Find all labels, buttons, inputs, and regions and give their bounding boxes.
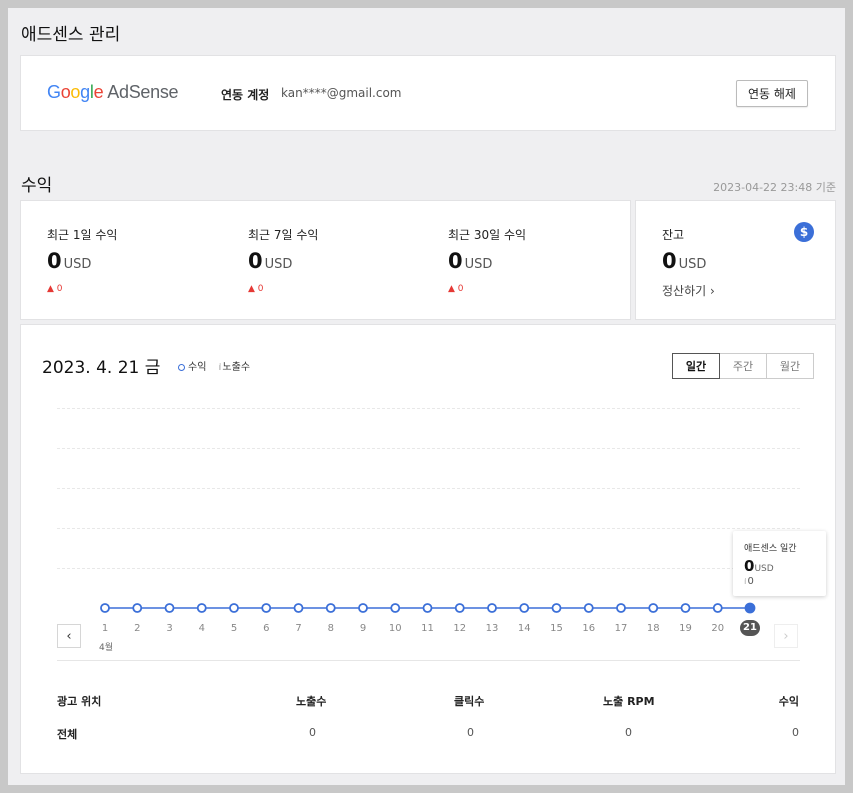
data-point[interactable] [164,603,175,613]
linked-account-email: kan****@gmail.com [281,86,402,100]
data-point[interactable] [325,603,336,613]
x-tick-label[interactable]: 8 [319,623,343,634]
data-point[interactable] [519,603,530,613]
x-tick-label[interactable]: 16 [577,623,601,634]
stat-value: 0 [248,249,263,273]
x-tick-label[interactable]: 10 [383,623,407,634]
balance-value: 0 [662,249,677,273]
stat-label: 최근 1일 수익 [47,228,118,242]
page-title: 애드센스 관리 [21,25,121,45]
data-point[interactable] [583,603,594,613]
account-card: Google AdSense 연동 계정 kan****@gmail.com 연동… [20,55,836,131]
stat-unit: USD [63,257,92,272]
data-point[interactable] [229,603,239,613]
tooltip-impressions: 0 [747,576,754,587]
x-tick-label[interactable]: 11 [416,623,440,634]
revenue-title: 수익 [21,176,53,196]
x-tick-label[interactable]: 18 [641,623,665,634]
basis-time: 2023-04-22 23:48 기준 [713,181,836,194]
x-tick-label[interactable]: 17 [609,623,633,634]
data-point[interactable] [712,603,723,613]
data-point[interactable] [196,603,207,613]
x-tick-label[interactable]: 1 [93,623,117,634]
data-point[interactable] [422,603,433,613]
x-tick-label[interactable]: 20 [706,623,730,634]
data-point[interactable] [100,603,110,613]
linked-account-label: 연동 계정 [221,88,270,102]
data-point[interactable] [454,603,465,613]
chart-next-button[interactable]: › [774,624,798,648]
tooltip-title: 애드센스 일간 [744,544,797,554]
table-cell-rpm: 0 [625,726,632,739]
balance-card: 잔고 0 USD 정산하기 › $ [635,200,836,320]
x-tick-label[interactable]: 19 [674,623,698,634]
table-separator [57,660,800,661]
x-tick-label[interactable]: 14 [512,623,536,634]
data-point[interactable] [358,603,368,613]
x-tick-label[interactable]: 6 [254,623,278,634]
table-cell-impressions: 0 [309,726,316,739]
col-header-clicks: 클릭수 [454,695,485,708]
tab-daily[interactable]: 일간 [672,353,720,379]
stat-change: ▲ 0 [248,284,264,294]
x-tick-label[interactable]: 2 [125,623,149,634]
x-tick-label[interactable]: 15 [545,623,569,634]
unlink-button[interactable]: 연동 해제 [736,80,808,107]
x-tick-label[interactable]: 5 [222,623,246,634]
table-cell-clicks: 0 [467,726,474,739]
data-point[interactable] [551,603,562,613]
data-point[interactable] [616,603,626,613]
data-point[interactable] [261,603,272,613]
table-cell-placement: 전체 [57,728,78,741]
x-tick-label[interactable]: 13 [480,623,504,634]
table-cell-revenue: 0 [792,726,799,739]
stat-change: ▲ 0 [47,284,63,294]
data-point[interactable] [648,603,659,613]
balance-unit: USD [678,257,707,272]
data-point[interactable] [293,603,304,613]
stat-unit: USD [264,257,293,272]
x-tick-label[interactable]: 21 [740,620,760,636]
data-point[interactable] [744,602,756,614]
chart-card: 2023. 4. 21 금 수익 ıl 노출수 일간 주간 월간 123456789… [20,324,836,774]
data-point[interactable] [132,603,143,613]
stat-label: 최근 30일 수익 [448,228,527,242]
revenue-stats-card: 최근 1일 수익 0 USD ▲ 0 최근 7일 수익 0 USD ▲ 0 최근 3… [20,200,631,320]
page-frame: 애드센스 관리 Google AdSense 연동 계정 kan****@gmai… [8,8,845,785]
col-header-rpm: 노출 RPM [603,695,655,708]
balance-label: 잔고 [662,228,685,242]
data-point[interactable] [390,603,401,613]
stat-value: 0 [448,249,463,273]
google-adsense-logo: Google AdSense [47,82,179,102]
month-label: 4월 [99,643,114,653]
x-tick-label[interactable]: 12 [448,623,472,634]
tooltip-value: 0 [744,557,755,575]
tooltip-unit: USD [754,564,774,574]
col-header-revenue: 수익 [778,695,799,708]
settle-link[interactable]: 정산하기 › [662,282,715,299]
col-header-placement: 광고 위치 [57,695,102,708]
x-tick-label[interactable]: 4 [190,623,214,634]
stat-unit: USD [464,257,493,272]
chart-prev-button[interactable]: ‹ [57,624,81,648]
stat-change: ▲ 0 [448,284,464,294]
x-tick-label[interactable]: 9 [351,623,375,634]
data-point[interactable] [680,603,691,613]
data-point[interactable] [487,603,497,613]
x-tick-label[interactable]: 7 [287,623,311,634]
chart-tooltip: 애드센스 일간 0USD ıl 0 [733,531,826,596]
stat-value: 0 [47,249,62,273]
dollar-icon: $ [794,222,814,242]
stat-label: 최근 7일 수익 [248,228,319,242]
x-tick-label[interactable]: 3 [158,623,182,634]
col-header-impressions: 노출수 [296,695,327,708]
